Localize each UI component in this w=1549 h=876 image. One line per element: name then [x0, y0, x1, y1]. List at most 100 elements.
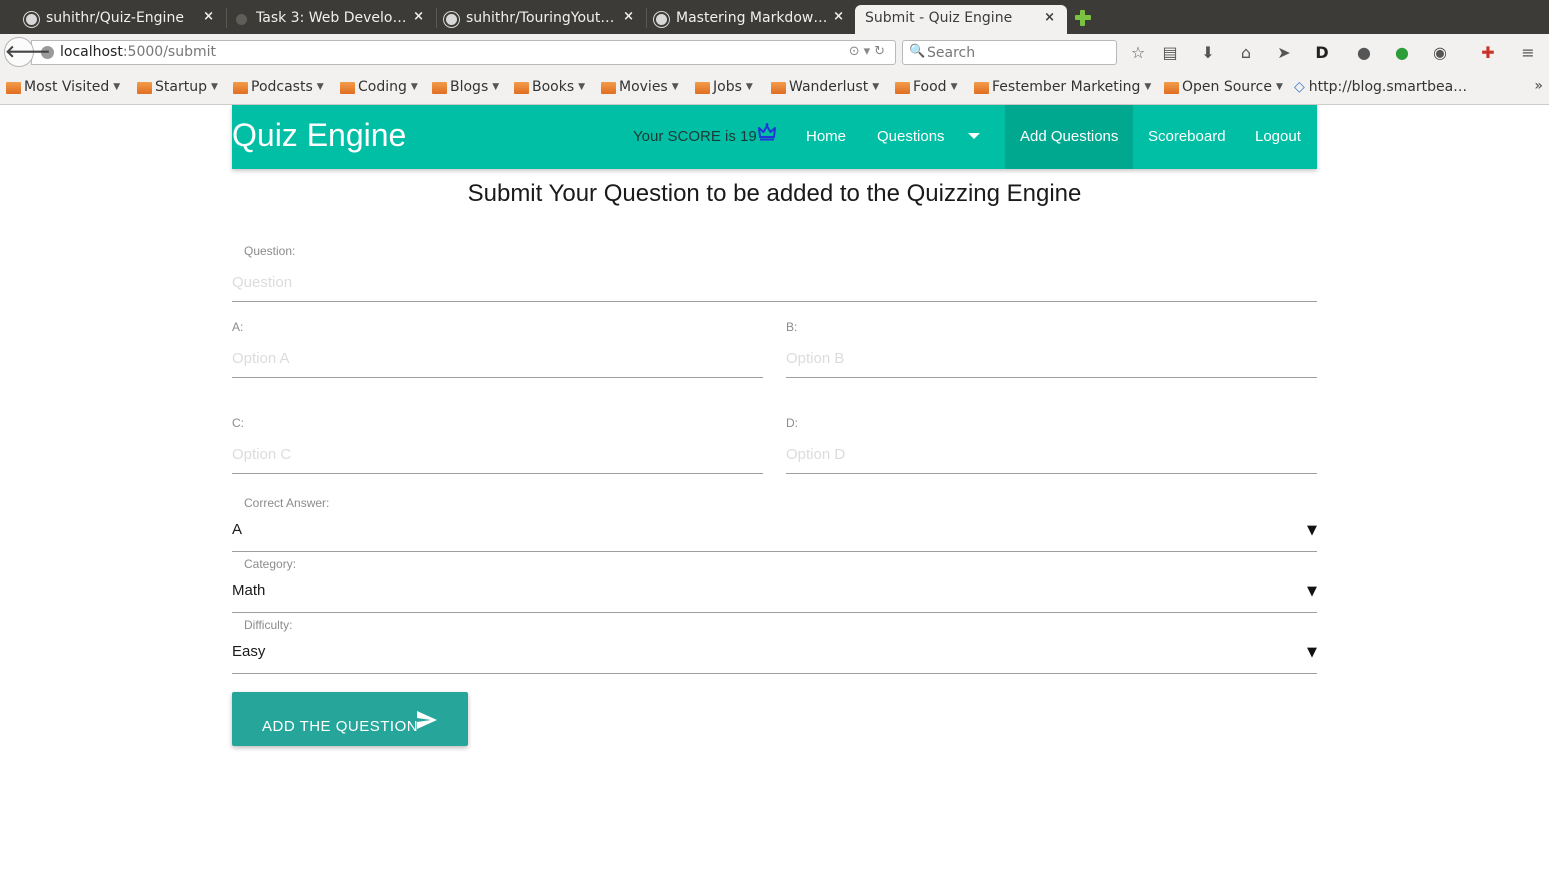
option-c-input[interactable] [232, 436, 763, 474]
bookmark-most-visited[interactable]: Most Visited ▼ [6, 79, 120, 95]
folder-icon [695, 82, 710, 94]
github-icon [444, 12, 459, 27]
tab-quiz-engine-repo[interactable]: suhithr/Quiz-Engine × [0, 4, 226, 34]
nav-questions[interactable]: Questions [862, 105, 960, 169]
correct-answer-label: Correct Answer: [244, 496, 330, 510]
extension-d-icon[interactable]: D [1312, 43, 1332, 63]
bookmark-startup[interactable]: Startup ▼ [137, 79, 218, 95]
link-icon: ◇ [1294, 79, 1305, 95]
home-icon[interactable]: ⌂ [1236, 43, 1256, 63]
chevron-down-icon: ▼ [872, 82, 880, 92]
category-select[interactable]: Category: Math ▼ [232, 557, 1317, 613]
extension-green-icon[interactable]: ● [1392, 43, 1412, 63]
bookmark-festember-marketing[interactable]: Festember Marketing ▼ [974, 79, 1151, 95]
tab-label: suhithr/Quiz-Engine [46, 10, 184, 26]
tab-touringyoutube-repo[interactable]: suhithr/TouringYout… × [420, 4, 646, 34]
chevron-down-icon: ▼ [410, 82, 418, 92]
pocket-icon[interactable]: ◉ [1430, 43, 1450, 63]
option-c-label: C: [232, 416, 244, 430]
new-tab-icon[interactable] [1074, 9, 1092, 27]
bookmark-food[interactable]: Food ▼ [895, 79, 958, 95]
download-icon[interactable]: ⬇ [1198, 43, 1218, 63]
send-tab-icon[interactable]: ➤ [1274, 43, 1294, 63]
bookmark-smartbear-blog[interactable]: ◇ http://blog.smartbea… [1294, 79, 1467, 95]
nav-home[interactable]: Home [791, 105, 861, 169]
add-question-button-label: ADD THE QUESTION [262, 718, 419, 735]
difficulty-select[interactable]: Difficulty: Easy ▼ [232, 618, 1317, 674]
browser-tab-strip: suhithr/Quiz-Engine × Task 3: Web Develo… [0, 0, 1549, 34]
dropdown-arrow-icon: ▼ [1307, 584, 1317, 599]
bookmarks-toolbar: Most Visited ▼ Startup ▼ Podcasts ▼ Coding ▼… [0, 71, 1549, 105]
question-field: Question: [232, 244, 1317, 302]
back-arrow-icon[interactable]: 🡐 [4, 37, 51, 67]
app-navbar: Quiz Engine Your SCORE is 19 Home Questi… [232, 105, 1317, 169]
correct-answer-select[interactable]: Correct Answer: A ▼ [232, 496, 1317, 552]
send-icon [417, 711, 437, 729]
globe-icon [234, 12, 249, 27]
questions-dropdown-icon[interactable] [968, 133, 980, 139]
chevron-down-icon: ▼ [1275, 82, 1283, 92]
close-tab-icon[interactable]: × [833, 9, 844, 24]
bookmark-wanderlust[interactable]: Wanderlust ▼ [771, 79, 879, 95]
chat-icon[interactable]: ● [1354, 43, 1374, 63]
question-input[interactable] [232, 264, 1317, 302]
bookmark-open-source[interactable]: Open Source ▼ [1164, 79, 1283, 95]
add-question-button[interactable]: ADD THE QUESTION [232, 692, 468, 746]
page-content: Quiz Engine Your SCORE is 19 Home Questi… [0, 105, 1549, 876]
option-a-input[interactable] [232, 340, 763, 378]
chevron-down-icon: ▼ [316, 82, 324, 92]
tab-label: Mastering Markdow… [676, 10, 828, 26]
close-tab-icon[interactable]: × [1044, 10, 1055, 25]
option-a-label: A: [232, 320, 244, 334]
nav-add-questions[interactable]: Add Questions [1005, 105, 1134, 169]
difficulty-label: Difficulty: [244, 618, 293, 632]
correct-answer-value: A [232, 521, 243, 538]
bookmark-coding[interactable]: Coding ▼ [340, 79, 418, 95]
url-bar[interactable]: localhost:5000/submit ⊙▾↻ [31, 40, 896, 65]
folder-icon [137, 82, 152, 94]
bookmark-books[interactable]: Books ▼ [514, 79, 585, 95]
select-underline [232, 673, 1317, 674]
tab-label: suhithr/TouringYout… [466, 10, 615, 26]
dropdown-arrow-icon: ▼ [1307, 645, 1317, 660]
bookmark-blogs[interactable]: Blogs ▼ [432, 79, 499, 95]
url-text: localhost:5000/submit [60, 44, 216, 60]
category-label: Category: [244, 557, 297, 571]
question-label: Question: [244, 244, 296, 258]
chevron-down-icon: ▼ [745, 82, 753, 92]
nav-logout[interactable]: Logout [1240, 105, 1316, 169]
search-input[interactable] [927, 43, 1107, 62]
more-bookmarks-icon[interactable]: » [1534, 78, 1543, 94]
reading-list-icon[interactable]: ▤ [1160, 43, 1180, 63]
difficulty-value: Easy [232, 643, 266, 660]
search-icon: 🔍 [909, 44, 926, 59]
folder-icon [601, 82, 616, 94]
crown-icon [758, 123, 776, 141]
menu-icon[interactable]: ≡ [1518, 43, 1538, 63]
bookmark-podcasts[interactable]: Podcasts ▼ [233, 79, 324, 95]
browser-toolbar: localhost:5000/submit ⊙▾↻ 🡐 🔍 ☆ ▤ ⬇ ⌂ ➤ … [0, 34, 1549, 71]
folder-icon [974, 82, 989, 94]
github-icon [24, 12, 39, 27]
brand-logo[interactable]: Quiz Engine [232, 117, 406, 154]
option-a-field: A: [232, 320, 763, 378]
tab-label: Submit - Quiz Engine [865, 10, 1013, 26]
option-b-input[interactable] [786, 340, 1317, 378]
tab-submit-quiz-engine[interactable]: Submit - Quiz Engine × [855, 5, 1067, 34]
bookmark-jobs[interactable]: Jobs ▼ [695, 79, 753, 95]
search-box[interactable]: 🔍 [902, 40, 1117, 65]
folder-icon [514, 82, 529, 94]
bookmark-star-icon[interactable]: ☆ [1128, 43, 1148, 63]
nav-scoreboard[interactable]: Scoreboard [1133, 105, 1241, 169]
tab-task3[interactable]: Task 3: Web Develo… × [210, 4, 436, 34]
chevron-down-icon: ▼ [578, 82, 586, 92]
reload-icon[interactable]: ⊙▾↻ [849, 44, 889, 59]
extension-red-cross-icon[interactable]: ✚ [1478, 43, 1498, 63]
option-d-field: D: [786, 416, 1317, 474]
bookmark-movies[interactable]: Movies ▼ [601, 79, 679, 95]
tab-mastering-markdown[interactable]: Mastering Markdow… × [630, 4, 856, 34]
option-d-input[interactable] [786, 436, 1317, 474]
select-underline [232, 612, 1317, 613]
folder-icon [895, 82, 910, 94]
dropdown-arrow-icon: ▼ [1307, 523, 1317, 538]
